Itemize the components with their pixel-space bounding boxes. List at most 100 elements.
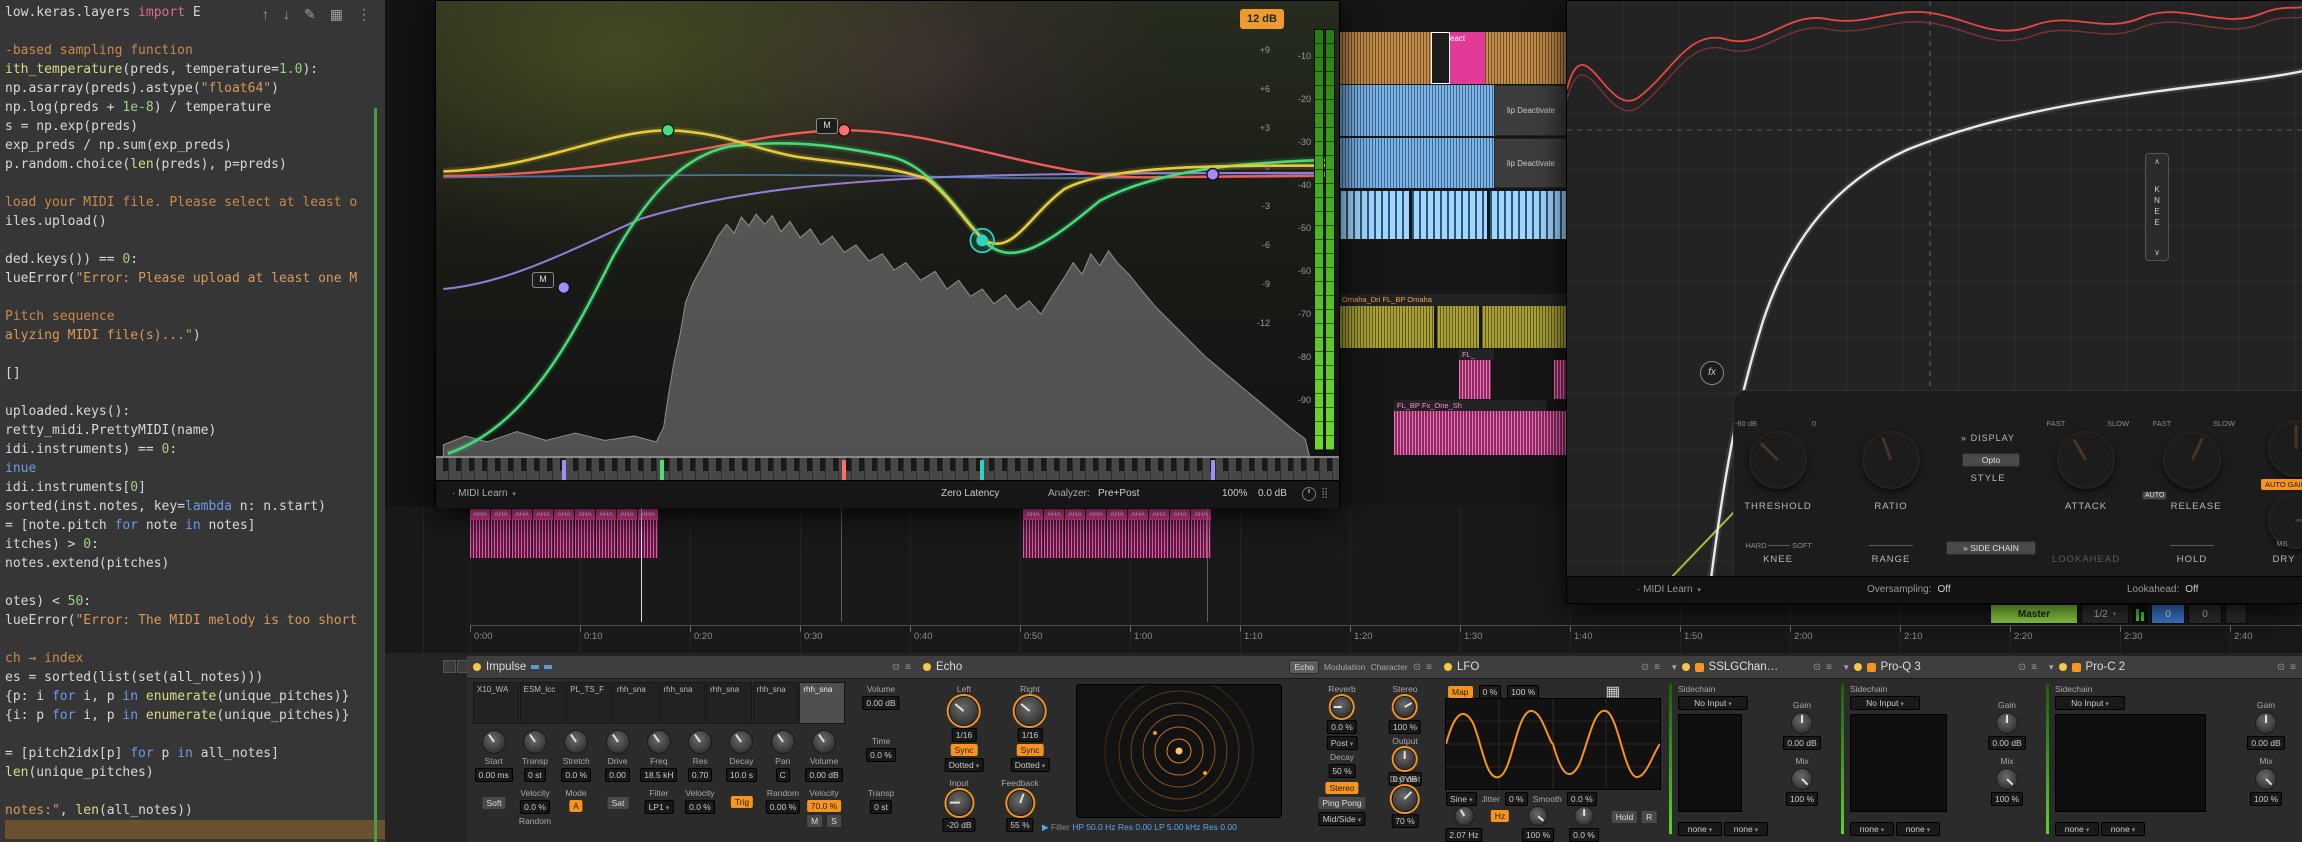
echo-mode-stereo-button[interactable]: Stereo — [1325, 782, 1358, 794]
toolbar-icon[interactable]: ↑ — [262, 6, 269, 23]
echo-drywet-value[interactable]: 70 % — [1391, 814, 1418, 828]
code-line[interactable] — [5, 231, 385, 250]
code-line[interactable]: = [note.pitch for note in notes] — [5, 516, 385, 535]
collapse-icon[interactable]: ▾ — [1844, 662, 1849, 673]
fold-icon[interactable]: ≡ — [2290, 662, 2296, 673]
piano-strip[interactable] — [436, 456, 1339, 482]
audio-clip[interactable]: AHA — [470, 509, 490, 558]
audio-clip[interactable] — [1554, 360, 1566, 399]
oversampling-status[interactable]: Oversampling:Off — [1867, 584, 1951, 595]
audio-clip[interactable] — [1394, 411, 1566, 455]
filter-res2-value[interactable]: Res 0.00 — [1203, 822, 1237, 832]
audio-clip[interactable]: AHA — [491, 509, 511, 558]
clip-deactivate-button[interactable]: lip Deactivate — [1494, 85, 1566, 136]
eq-node-selected[interactable] — [976, 235, 988, 247]
code-line[interactable]: sorted(inst.notes, key=lambda n: n.start… — [5, 497, 385, 516]
sidechain-input-select[interactable]: No Input▾ — [2055, 696, 2125, 710]
analyzer-mode-select[interactable]: Pre+Post — [1098, 488, 1139, 499]
output-gain-value[interactable]: 0.0 dB — [1258, 488, 1287, 499]
map-slot[interactable]: none▾ — [1724, 822, 1768, 836]
code-line[interactable]: ch → index — [5, 649, 385, 668]
pan-random-value[interactable]: 0.00 % — [766, 800, 800, 814]
master-volume-field[interactable]: 0 — [2151, 604, 2185, 624]
code-line[interactable]: lueError("Error: Please upload at least … — [5, 269, 385, 288]
audio-clip[interactable] — [1459, 360, 1491, 399]
plugin-display[interactable] — [1678, 714, 1742, 812]
lfo-offset-value[interactable]: 0.0 % — [1569, 828, 1599, 842]
gain-value[interactable]: 0.00 dB — [2247, 736, 2284, 750]
echo-left-time-value[interactable]: 1/16 — [952, 728, 977, 742]
trig-button[interactable]: Trig — [731, 796, 753, 808]
mute-button[interactable]: M — [806, 814, 823, 828]
audio-clip[interactable]: AHA — [596, 509, 616, 558]
threshold-knob[interactable] — [1749, 431, 1807, 489]
global-time-value[interactable]: 0.0 % — [866, 748, 896, 762]
lfo-depth-value[interactable]: 100 % — [1522, 828, 1554, 842]
hotswap-icon[interactable]: ⊙ — [892, 662, 900, 673]
fx-badge[interactable]: fx — [1700, 361, 1724, 385]
code-line[interactable]: [] — [5, 364, 385, 383]
code-line[interactable]: p.random.choice(len(preds), p=preds) — [5, 155, 385, 174]
clip-row[interactable]: lip Deactivate — [1339, 138, 1566, 188]
echo-right-time-knob[interactable] — [1015, 696, 1045, 726]
band-marker[interactable] — [660, 460, 664, 480]
mix-value[interactable]: 100 % — [1786, 792, 1818, 806]
echo-drywet-knob[interactable] — [1392, 786, 1418, 812]
toolbar-icon[interactable]: ▦ — [330, 6, 343, 23]
map-slot[interactable]: none▾ — [2055, 822, 2099, 836]
tab-echo[interactable]: Echo — [1289, 660, 1318, 674]
echo-visualizer[interactable] — [1076, 684, 1282, 818]
clip-deactivate-button[interactable]: lip Deactivate — [1494, 138, 1566, 188]
code-line[interactable]: otes) < 50: — [5, 592, 385, 611]
code-line[interactable]: lueError("Error: The MIDI melody is too … — [5, 611, 385, 630]
lfo-hold-button[interactable]: Hold — [1611, 810, 1638, 824]
echo-stereo-value[interactable]: 100 % — [1389, 720, 1421, 734]
knob-value[interactable]: 0.0 % — [561, 768, 591, 782]
code-line[interactable]: es = sorted(list(set(all_notes))) — [5, 668, 385, 687]
impulse-knob[interactable] — [523, 730, 547, 754]
audio-clip[interactable]: AHA — [554, 509, 574, 558]
band-mute-badge[interactable]: M — [532, 272, 554, 288]
band-marker[interactable] — [562, 460, 566, 480]
device-header[interactable]: ▾ Pro-C 2 ⊙ ≡ — [2043, 656, 2302, 679]
clip-row[interactable]: FL_ — [1339, 349, 1566, 399]
audio-clip[interactable]: AHA — [575, 509, 595, 558]
master-extra-slot[interactable] — [2225, 604, 2247, 624]
knee-slider[interactable]: ∧ KNEE ∨ — [2145, 153, 2169, 261]
echo-feedback-knob[interactable] — [1007, 790, 1033, 816]
filter-type-select[interactable]: LP1▾ — [645, 800, 674, 814]
midi-clip[interactable] — [1412, 191, 1487, 239]
tab-modulation[interactable]: Modulation — [1324, 662, 1366, 672]
toolbar-icon[interactable]: ↓ — [283, 6, 290, 23]
lfo-min-value[interactable]: 0 % — [1479, 685, 1502, 699]
echo-stereo-knob[interactable] — [1394, 696, 1416, 718]
gain-knob[interactable] — [1791, 712, 1813, 734]
code-line[interactable]: uploaded.keys(): — [5, 402, 385, 421]
global-transpose-value[interactable]: 0 st — [870, 800, 892, 814]
impulse-knob[interactable] — [647, 730, 671, 754]
audio-clip[interactable] — [1437, 306, 1479, 348]
velocity-value[interactable]: 0.0 % — [520, 800, 550, 814]
map-slot[interactable]: none▾ — [1850, 822, 1894, 836]
audio-clip[interactable]: AHA — [1170, 509, 1190, 558]
code-line[interactable]: load your MIDI file. Please select at le… — [5, 193, 385, 212]
impulse-knob[interactable] — [482, 730, 506, 754]
knob-value[interactable]: 0.00 ms — [475, 768, 513, 782]
gain-value[interactable]: 0.00 dB — [1988, 736, 2025, 750]
auto-gain-badge[interactable]: AUTO GAIN — [2261, 479, 2302, 490]
code-line[interactable] — [5, 725, 385, 744]
code-line[interactable]: notes:", len(all_notes)) — [5, 801, 385, 820]
code-line[interactable] — [5, 383, 385, 402]
code-line[interactable] — [5, 288, 385, 307]
knob-value[interactable]: C — [776, 768, 790, 782]
filter-velocity-value[interactable]: 0.0 % — [685, 800, 715, 814]
knob-value[interactable]: 0 st — [524, 768, 546, 782]
code-line[interactable] — [5, 630, 385, 649]
code-line[interactable]: = [pitch2idx[p] for p in all_notes] — [5, 744, 385, 763]
code-line[interactable]: retty_midi.PrettyMIDI(name) — [5, 421, 385, 440]
echo-left-mode-select[interactable]: Dotted▾ — [945, 758, 984, 772]
clip-row[interactable]: Omaha_Dri FL_BP Omaha — [1339, 294, 1566, 348]
playhead-line[interactable] — [641, 506, 642, 622]
mix-knob[interactable] — [1791, 768, 1813, 790]
code-line[interactable]: idi.instruments) == 0: — [5, 440, 385, 459]
